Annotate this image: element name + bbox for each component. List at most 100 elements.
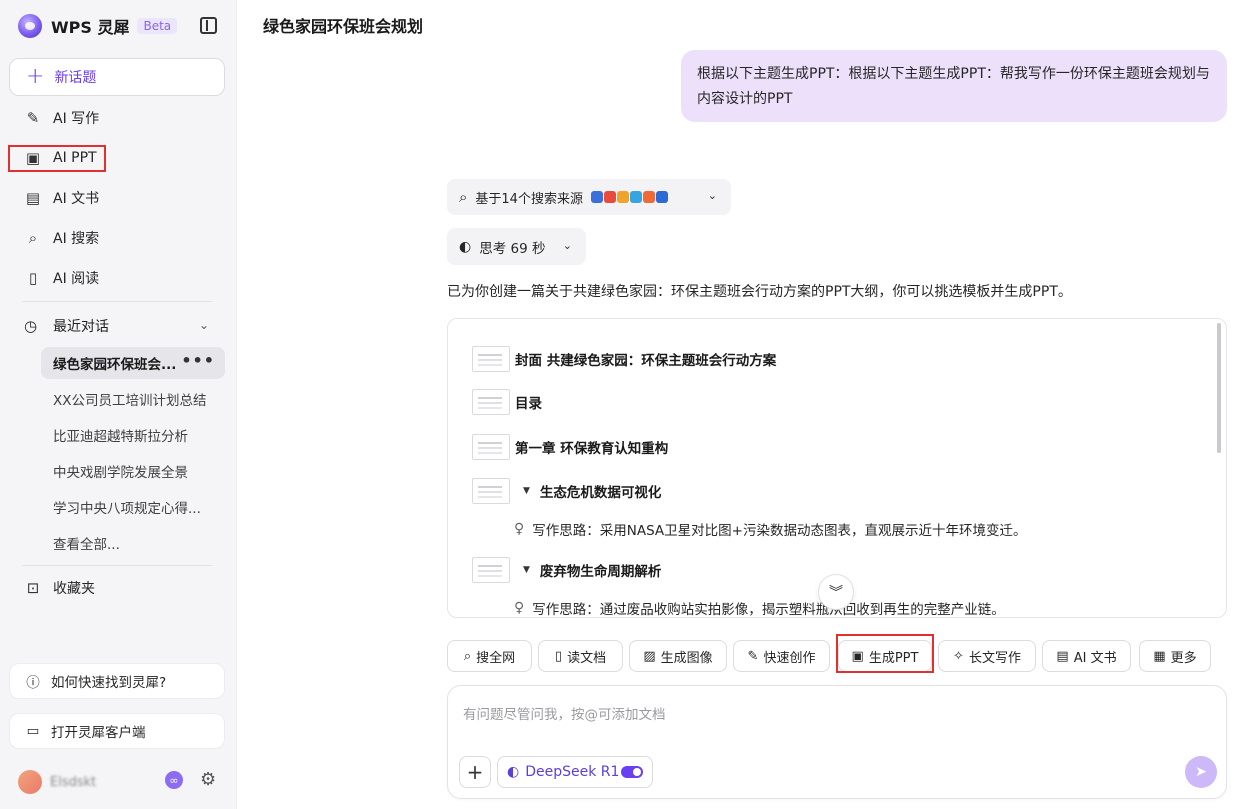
writing-idea: ♀ 写作思路：采用NASA卫星对比图+污染数据动态图表，直观展示近十年环境变迁。 bbox=[514, 519, 1026, 539]
search-sources-chip[interactable]: ⌕ 基于14个搜索来源 ⌄ bbox=[447, 179, 731, 215]
scroll-down-button[interactable]: ︾ bbox=[818, 574, 854, 610]
sidebar-item-label: AI 搜索 bbox=[53, 231, 100, 247]
outline-item-chapter[interactable]: 第一章 环保教育认知重构 bbox=[472, 434, 668, 460]
tool-label: 搜全网 bbox=[476, 650, 516, 666]
chat-input-box[interactable]: 有问题尽管问我，按@可添加文档 + ◐ DeepSeek R1 ➤ bbox=[447, 685, 1227, 799]
new-topic-button[interactable]: + 新话题 bbox=[9, 58, 225, 96]
sidebar-item-ai-document[interactable]: ▤ AI 文书 bbox=[9, 182, 225, 214]
source-logo-icon bbox=[642, 191, 655, 203]
model-selector[interactable]: ◐ DeepSeek R1 bbox=[497, 756, 653, 788]
link-icon[interactable]: ∞ bbox=[165, 771, 183, 789]
sources-label: 基于14个搜索来源 bbox=[475, 191, 583, 207]
model-label: DeepSeek R1 bbox=[525, 764, 620, 780]
source-logo-icon bbox=[590, 191, 603, 203]
slide-thumbnail bbox=[472, 478, 510, 504]
tool-ai-document[interactable]: ▤ AI 文书 bbox=[1042, 640, 1131, 672]
thinking-label: 思考 69 秒 bbox=[479, 240, 546, 257]
search-icon: ⌕ bbox=[28, 229, 38, 247]
writing-idea: ♀ 写作思路：通过废品收购站实拍影像，揭示塑料瓶从回收到再生的完整产业链。 bbox=[514, 598, 1005, 618]
book-icon: ▯ bbox=[554, 648, 563, 664]
deepseek-whale-icon: ◐ bbox=[459, 238, 472, 255]
question-icon: ⓘ bbox=[26, 675, 40, 691]
outline-item-cover[interactable]: 封面 共建绿色家园：环保主题班会行动方案 bbox=[472, 346, 776, 372]
outline-item-section[interactable]: ▼ 废弃物生命周期解析 bbox=[472, 557, 661, 583]
send-button[interactable]: ➤ bbox=[1185, 756, 1217, 788]
history-item-label: 绿色家园环保班会... bbox=[53, 357, 177, 373]
open-client-label: 打开灵犀客户端 bbox=[51, 725, 146, 741]
brand: WPS 灵犀 Beta bbox=[18, 14, 178, 38]
tool-generate-image[interactable]: ▨ 生成图像 bbox=[629, 640, 727, 672]
open-client-button[interactable]: ▭ 打开灵犀客户端 bbox=[9, 713, 225, 749]
source-logo-icon bbox=[629, 191, 642, 203]
history-item[interactable]: XX公司员工培训计划总结 bbox=[41, 383, 225, 415]
more-options-icon[interactable]: ••• bbox=[181, 351, 215, 370]
tool-web-search[interactable]: ⌕ 搜全网 bbox=[447, 640, 532, 672]
tool-label: 长文写作 bbox=[968, 650, 1021, 666]
tool-long-writing[interactable]: ✧ 长文写作 bbox=[938, 640, 1036, 672]
answer-text: 已为你创建一篇关于共建绿色家园：环保主题班会行动方案的PPT大纲，你可以挑选模板… bbox=[447, 284, 1072, 300]
lightbulb-icon: ♀ bbox=[514, 600, 525, 616]
clock-icon: ◷ bbox=[24, 317, 38, 335]
chat-input-placeholder[interactable]: 有问题尽管问我，按@可添加文档 bbox=[463, 703, 666, 723]
outline-item-label: 封面 共建绿色家园：环保主题班会行动方案 bbox=[515, 353, 777, 369]
gear-icon[interactable]: ⚙ bbox=[200, 769, 216, 790]
collapse-triangle-icon[interactable]: ▼ bbox=[523, 486, 530, 496]
view-all-link[interactable]: 查看全部... bbox=[41, 527, 225, 559]
document-icon: ▤ bbox=[1056, 648, 1069, 664]
new-topic-label: 新话题 bbox=[54, 70, 97, 86]
sidebar-item-ai-search[interactable]: ⌕ AI 搜索 bbox=[9, 222, 225, 254]
sidebar-item-ai-writing[interactable]: ✎ AI 写作 bbox=[9, 102, 225, 134]
username: Elsdskt bbox=[50, 774, 97, 790]
thinking-chip[interactable]: ◐ 思考 69 秒 ⌄ bbox=[447, 228, 586, 265]
outline-item-label: 生态危机数据可视化 bbox=[539, 485, 662, 501]
outline-item-label: 目录 bbox=[515, 396, 542, 412]
book-icon: ▯ bbox=[28, 269, 38, 287]
sidebar-item-ai-reading[interactable]: ▯ AI 阅读 bbox=[9, 262, 225, 294]
user-row: Elsdskt ∞ ⚙ bbox=[18, 768, 228, 796]
outline-item-section[interactable]: ▼ 生态危机数据可视化 bbox=[472, 478, 661, 504]
slide-thumbnail bbox=[472, 389, 510, 415]
tool-more[interactable]: ▦ 更多 bbox=[1139, 640, 1211, 672]
deep-think-toggle[interactable] bbox=[621, 766, 643, 778]
source-logos bbox=[590, 191, 669, 203]
slide-thumbnail bbox=[472, 557, 510, 583]
history-item-active[interactable]: 绿色家园环保班会... ••• bbox=[41, 347, 225, 379]
avatar[interactable] bbox=[18, 770, 42, 794]
divider bbox=[22, 301, 212, 302]
send-icon: ➤ bbox=[1195, 764, 1207, 780]
deepseek-whale-icon: ◐ bbox=[507, 764, 520, 780]
add-attachment-button[interactable]: + bbox=[459, 756, 491, 788]
scrollbar[interactable] bbox=[1217, 323, 1221, 453]
document-icon: ▤ bbox=[25, 189, 41, 207]
history-item-label: 比亚迪超越特斯拉分析 bbox=[53, 429, 188, 445]
double-chevron-down-icon: ︾ bbox=[829, 585, 843, 601]
help-button[interactable]: ⓘ 如何快速找到灵犀? bbox=[9, 663, 225, 699]
tool-quick-create[interactable]: ✎ 快速创作 bbox=[733, 640, 830, 672]
chevron-down-icon: ⌄ bbox=[707, 189, 717, 202]
sidebar-item-label: AI 写作 bbox=[53, 111, 100, 127]
tool-label: AI 文书 bbox=[1073, 650, 1117, 666]
outline-item-label: 第一章 环保教育认知重构 bbox=[515, 441, 669, 457]
recent-conversations-header[interactable]: ◷ 最近对话 ⌄ bbox=[9, 310, 225, 342]
writing-idea-text: 写作思路：通过废品收购站实拍影像，揭示塑料瓶从回收到再生的完整产业链。 bbox=[532, 602, 1005, 618]
wps-lingxi-logo-icon bbox=[18, 14, 42, 38]
sidebar-toggle-icon[interactable] bbox=[200, 17, 217, 34]
recent-label: 最近对话 bbox=[53, 319, 109, 335]
history-item[interactable]: 比亚迪超越特斯拉分析 bbox=[41, 419, 225, 451]
search-icon: ⌕ bbox=[459, 188, 468, 206]
bookmark-icon: ⊡ bbox=[26, 579, 40, 597]
history-item[interactable]: 学习中央八项规定心得... bbox=[41, 491, 225, 523]
history-item[interactable]: 中央戏剧学院发展全景 bbox=[41, 455, 225, 487]
outline-item-toc[interactable]: 目录 bbox=[472, 389, 542, 415]
writing-idea-text: 写作思路：采用NASA卫星对比图+污染数据动态图表，直观展示近十年环境变迁。 bbox=[532, 523, 1027, 539]
divider bbox=[22, 565, 212, 566]
plus-icon: + bbox=[26, 64, 45, 89]
tool-read-document[interactable]: ▯ 读文档 bbox=[538, 640, 623, 672]
pen-sparkle-icon: ✎ bbox=[747, 648, 759, 664]
outline-item-label: 废弃物生命周期解析 bbox=[539, 564, 662, 580]
collapse-triangle-icon[interactable]: ▼ bbox=[523, 565, 530, 575]
sidebar-item-favorites[interactable]: ⊡ 收藏夹 bbox=[9, 572, 225, 604]
monitor-icon: ▭ bbox=[26, 723, 40, 739]
slide-thumbnail bbox=[472, 434, 510, 460]
ppt-outline-card: 封面 共建绿色家园：环保主题班会行动方案 目录 第一章 环保教育认知重构 ▼ 生… bbox=[447, 318, 1227, 618]
